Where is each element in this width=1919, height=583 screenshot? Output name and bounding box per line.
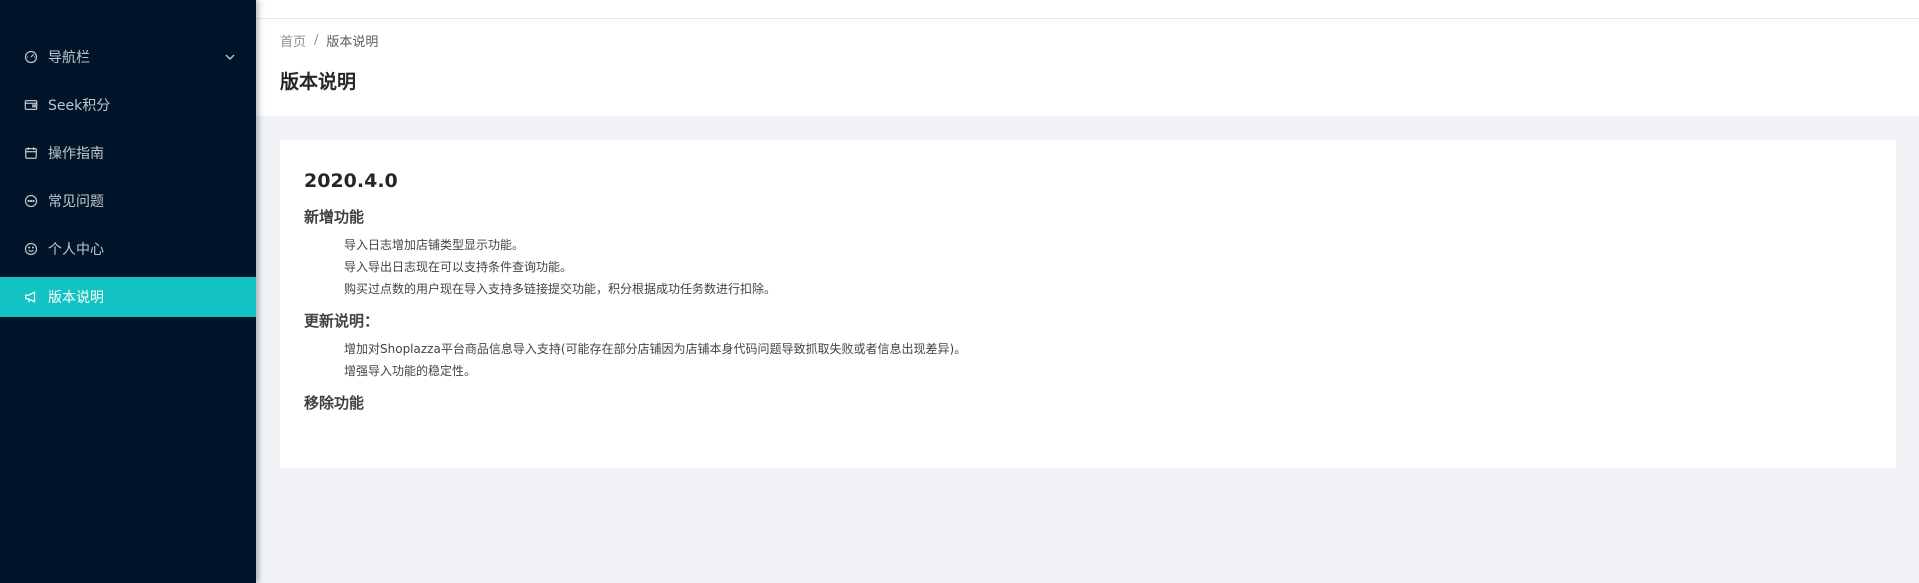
section-update-notes: 更新说明： 增加对Shoplazza平台商品信息导入支持(可能存在部分店铺因为店… xyxy=(304,310,1872,382)
sidebar-item-guide[interactable]: 操作指南 xyxy=(0,133,256,173)
release-notes-card: 2020.4.0 新增功能 导入日志增加店铺类型显示功能。 导入导出日志现在可以… xyxy=(280,140,1896,468)
breadcrumb: 首页 / 版本说明 xyxy=(280,31,378,50)
sidebar-item-release-notes[interactable]: 版本说明 xyxy=(0,277,256,317)
top-header-bar xyxy=(256,0,1919,19)
sidebar-item-label: 导航栏 xyxy=(48,50,90,66)
sidebar-item-label: 操作指南 xyxy=(48,146,104,162)
update-list: 增加对Shoplazza平台商品信息导入支持(可能存在部分店铺因为店铺本身代码问… xyxy=(304,338,1872,382)
list-item: 导入导出日志现在可以支持条件查询功能。 xyxy=(344,260,573,274)
sidebar-item-seek-points[interactable]: Seek积分 xyxy=(0,85,256,125)
app-root: 导航栏 Seek积分 操作指南 常见问题 个人中心 版本说明 首页 / 版本说明… xyxy=(0,0,1919,583)
feature-list: 导入日志增加店铺类型显示功能。 导入导出日志现在可以支持条件查询功能。 购买过点… xyxy=(304,234,1872,300)
sidebar-item-label: 版本说明 xyxy=(48,290,104,306)
page-header: 首页 / 版本说明 版本说明 xyxy=(256,19,1919,116)
section-removed-features: 移除功能 xyxy=(304,392,1872,414)
list-item: 导入日志增加店铺类型显示功能。 xyxy=(344,238,525,252)
wallet-icon xyxy=(24,98,38,112)
section-title: 更新说明： xyxy=(304,312,380,330)
notification-icon xyxy=(24,290,38,304)
message-icon xyxy=(24,194,38,208)
sidebar-item-label: 常见问题 xyxy=(48,194,104,210)
section-new-features: 新增功能 导入日志增加店铺类型显示功能。 导入导出日志现在可以支持条件查询功能。… xyxy=(304,206,1872,300)
list-item: 增加对Shoplazza平台商品信息导入支持(可能存在部分店铺因为店铺本身代码问… xyxy=(344,342,967,356)
breadcrumb-current: 版本说明 xyxy=(326,35,379,50)
breadcrumb-separator: / xyxy=(314,33,319,48)
breadcrumb-home-link[interactable]: 首页 xyxy=(280,31,306,50)
list-item: 增强导入功能的稳定性。 xyxy=(344,364,477,378)
sidebar-item-navbar[interactable]: 导航栏 xyxy=(0,37,256,77)
dashboard-icon xyxy=(24,50,38,64)
section-title: 新增功能 xyxy=(304,208,365,226)
main-content: 首页 / 版本说明 版本说明 2020.4.0 新增功能 导入日志增加店铺类型显… xyxy=(256,0,1919,583)
page-title: 版本说明 xyxy=(280,71,357,93)
sidebar-item-label: 个人中心 xyxy=(48,242,104,258)
chevron-down-icon xyxy=(224,51,236,63)
smile-icon xyxy=(24,242,38,256)
calendar-icon xyxy=(24,146,38,160)
sidebar: 导航栏 Seek积分 操作指南 常见问题 个人中心 版本说明 xyxy=(0,0,256,583)
version-number: 2020.4.0 xyxy=(304,170,398,192)
sidebar-item-faq[interactable]: 常见问题 xyxy=(0,181,256,221)
sidebar-item-profile[interactable]: 个人中心 xyxy=(0,229,256,269)
sidebar-item-label: Seek积分 xyxy=(48,98,111,114)
section-title: 移除功能 xyxy=(304,394,365,412)
list-item: 购买过点数的用户现在导入支持多链接提交功能，积分根据成功任务数进行扣除。 xyxy=(344,282,777,296)
